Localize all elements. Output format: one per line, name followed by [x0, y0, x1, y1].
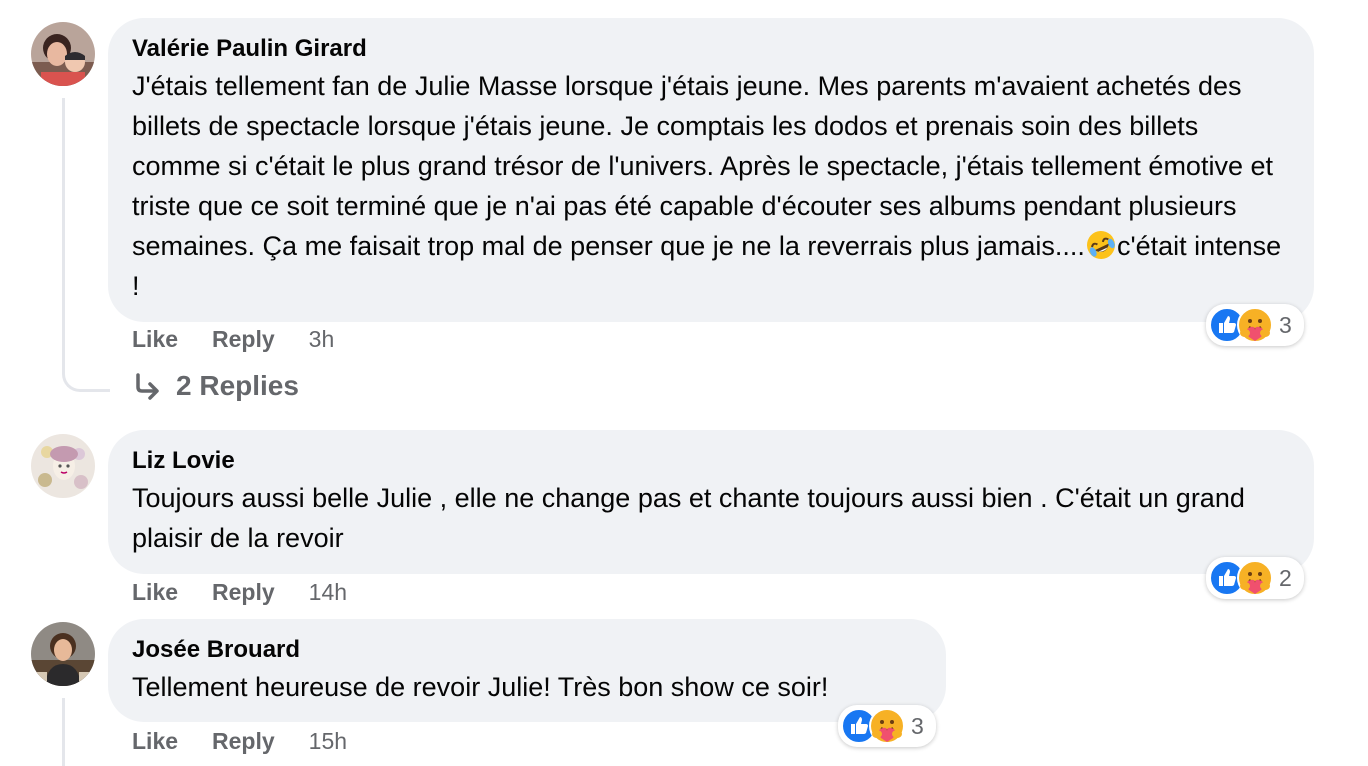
reaction-count: 3 — [1279, 311, 1292, 338]
comment-timestamp[interactable]: 15h — [309, 728, 347, 755]
reaction-summary[interactable]: 2 — [1206, 557, 1304, 599]
rolling-on-floor-laughing-emoji-icon — [1085, 229, 1117, 261]
thread-line — [62, 98, 65, 374]
comment-actions: Like Reply 15h — [132, 728, 347, 755]
comment-timestamp[interactable]: 14h — [309, 579, 347, 606]
comment-author[interactable]: Valérie Paulin Girard — [132, 34, 1290, 64]
avatar[interactable] — [31, 622, 95, 686]
comment-author[interactable]: Liz Lovie — [132, 446, 1290, 476]
care-reaction-icon — [1237, 307, 1273, 343]
reaction-summary[interactable]: 3 — [838, 705, 936, 747]
comment-bubble: Valérie Paulin Girard J'étais tellement … — [108, 18, 1314, 322]
like-button[interactable]: Like — [132, 326, 178, 353]
reaction-count: 2 — [1279, 564, 1292, 591]
comment-bubble: Josée Brouard Tellement heureuse de revo… — [108, 619, 946, 722]
avatar[interactable] — [31, 22, 95, 86]
thread-line — [62, 698, 65, 766]
care-reaction-icon — [869, 708, 905, 744]
reply-button[interactable]: Reply — [212, 326, 275, 353]
comment-timestamp[interactable]: 3h — [309, 326, 335, 353]
avatar[interactable] — [31, 434, 95, 498]
comment-bubble: Liz Lovie Toujours aussi belle Julie , e… — [108, 430, 1314, 574]
comment-actions: Like Reply 14h — [132, 579, 347, 606]
view-replies-button[interactable]: 2 Replies — [132, 370, 299, 402]
reply-button[interactable]: Reply — [212, 579, 275, 606]
like-button[interactable]: Like — [132, 579, 178, 606]
comment-text: Tellement heureuse de revoir Julie! Très… — [132, 672, 829, 702]
reaction-summary[interactable]: 3 — [1206, 304, 1304, 346]
comment-text: Toujours aussi belle Julie , elle ne cha… — [132, 483, 1245, 553]
reply-arrow-icon — [132, 371, 162, 401]
comment-text: J'étais tellement fan de Julie Masse lor… — [132, 66, 1290, 306]
care-reaction-icon — [1237, 560, 1273, 596]
reply-button[interactable]: Reply — [212, 728, 275, 755]
like-button[interactable]: Like — [132, 728, 178, 755]
comment-actions: Like Reply 3h — [132, 326, 334, 353]
reaction-count: 3 — [911, 712, 924, 739]
thread-line-curve — [62, 372, 110, 392]
comment-author[interactable]: Josée Brouard — [132, 635, 922, 665]
replies-label: 2 Replies — [176, 370, 299, 401]
